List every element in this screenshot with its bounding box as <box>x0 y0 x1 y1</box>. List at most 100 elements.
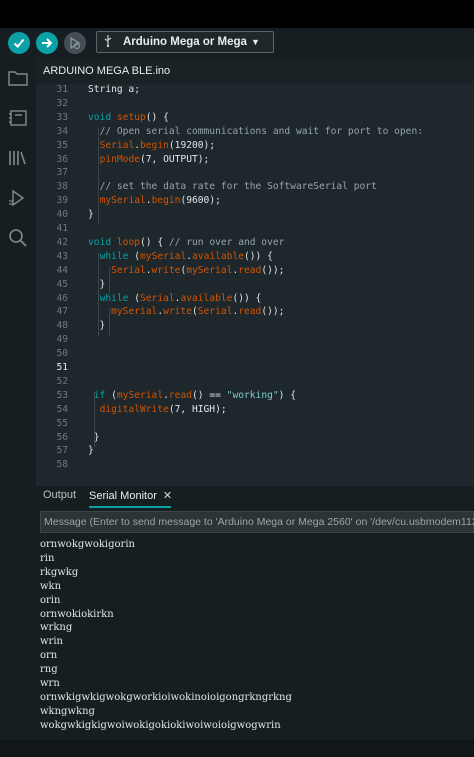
code-line[interactable]: 52 <box>36 376 474 390</box>
line-code: while (mySerial.available()) { <box>99 250 273 262</box>
code-line[interactable]: 43 while (mySerial.available()) { <box>36 251 474 265</box>
line-code: String a; <box>88 84 140 95</box>
code-line[interactable]: 32 <box>36 98 474 112</box>
serial-output-line: wrin <box>40 636 63 648</box>
line-number: 35 <box>56 139 68 151</box>
board-manager-icon[interactable] <box>6 106 30 130</box>
code-line[interactable]: 58 <box>36 459 474 473</box>
serial-output-line: rng <box>40 664 58 676</box>
close-icon[interactable]: ✕ <box>163 490 172 502</box>
debug-icon <box>70 36 81 50</box>
editor-tab-bar: ARDUINO MEGA BLE.ino <box>36 58 474 84</box>
line-number: 51 <box>56 362 68 373</box>
code-line[interactable]: 57} <box>36 445 474 459</box>
indent-guide <box>98 252 99 337</box>
line-code: Serial.begin(19200); <box>99 139 216 151</box>
tab-serial-monitor[interactable]: Serial Monitor ✕ <box>89 489 172 502</box>
line-code: } <box>88 320 106 332</box>
board-selector[interactable]: Arduino Mega or Mega ... ▼ <box>96 31 274 53</box>
line-code: } <box>88 209 94 221</box>
code-line[interactable]: 42 void loop() { // run over and over <box>36 237 474 251</box>
line-number: 31 <box>56 84 68 95</box>
line-number: 33 <box>56 111 68 123</box>
verify-button[interactable] <box>8 32 30 54</box>
code-line[interactable]: 53 if (mySerial.read() == "working") { <box>36 390 474 404</box>
line-number: 57 <box>56 445 68 457</box>
code-line[interactable]: 40} <box>36 209 474 223</box>
tab-output[interactable]: Output <box>43 489 76 501</box>
message-input[interactable] <box>41 512 474 532</box>
debug-button[interactable] <box>64 32 86 54</box>
serial-monitor-panel: ornwokgwokigorin rin rkgwkg wkn orin ornwokio… <box>36 508 474 740</box>
upload-button[interactable] <box>36 32 58 54</box>
line-number: 50 <box>56 348 68 360</box>
code-line[interactable]: 39 mySerial.begin(9600); <box>36 195 474 209</box>
code-line[interactable]: 34 // Open serial communications and wai… <box>36 126 474 140</box>
serial-output-line: ornwokiokirkn <box>40 608 114 620</box>
code-line[interactable]: 35 Serial.begin(19200); <box>36 140 474 154</box>
line-number: 46 <box>56 292 68 304</box>
code-line[interactable]: 38 // set the data rate for the Software… <box>36 181 474 195</box>
arrow-right-icon <box>42 38 53 48</box>
line-number: 37 <box>56 167 68 179</box>
toolbar: Arduino Mega or Mega ... ▼ <box>0 28 474 58</box>
indent-guide <box>98 127 99 225</box>
line-code: } <box>88 278 106 290</box>
serial-output-line: ornwokgwokigorin <box>40 539 135 550</box>
line-number: 54 <box>56 403 68 415</box>
code-line[interactable]: 56 } <box>36 432 474 446</box>
library-icon[interactable] <box>6 146 30 170</box>
panel-tab-bar: Output Serial Monitor ✕ <box>36 486 474 508</box>
line-number: 47 <box>56 306 68 318</box>
line-code: Serial.write(mySerial.read()); <box>111 264 285 276</box>
code-line[interactable]: 54 digitalWrite(7, HIGH); <box>36 404 474 418</box>
code-editor[interactable]: ARDUINO MEGA BLE.ino 31 String a; 32 33 void… <box>36 58 474 486</box>
bottom-bar <box>0 740 474 757</box>
line-code: mySerial.begin(9600); <box>99 195 221 207</box>
code-line[interactable]: 44 Serial.write(mySerial.read()); <box>36 265 474 279</box>
code-line[interactable]: 49 <box>36 334 474 348</box>
message-field-container <box>40 511 474 533</box>
code-line[interactable]: 48 } <box>36 320 474 334</box>
line-code: void setup() { <box>88 111 169 123</box>
line-number: 49 <box>56 334 68 346</box>
code-line[interactable]: 33 void setup() { <box>36 112 474 126</box>
code-line[interactable]: 36 pinMode(7, OUTPUT); <box>36 154 474 168</box>
code-line[interactable]: 41 <box>36 223 474 237</box>
code-line[interactable]: 37 <box>36 167 474 181</box>
serial-output-line: rin <box>40 552 55 564</box>
sidebar <box>0 58 36 486</box>
serial-output-line: ornwkigwkigwokgworkioiwokinoioigongrkngr… <box>40 691 292 703</box>
file-tab[interactable]: ARDUINO MEGA BLE.ino <box>43 65 170 77</box>
line-number: 56 <box>56 431 68 443</box>
line-code: digitalWrite(7, HIGH); <box>99 403 227 415</box>
line-code: if (mySerial.read() == "working") { <box>93 389 296 401</box>
line-number: 39 <box>56 195 68 207</box>
serial-output-line: orin <box>40 594 61 606</box>
caret-down-icon: ▼ <box>251 37 260 47</box>
line-number: 36 <box>56 153 68 165</box>
line-number: 44 <box>56 264 68 276</box>
code-line[interactable]: 51 <box>36 362 474 376</box>
line-number: 48 <box>56 320 68 332</box>
serial-output-line: wrn <box>40 678 60 689</box>
line-number: 40 <box>56 209 68 221</box>
line-number: 55 <box>56 417 68 429</box>
code-line[interactable]: 31 String a; <box>36 84 474 98</box>
serial-output-line: wrkng <box>40 622 73 634</box>
folder-icon[interactable] <box>6 66 30 90</box>
line-number: 34 <box>56 125 68 137</box>
code-line[interactable]: 50 <box>36 348 474 362</box>
code-line[interactable]: 46 while (Serial.available()) { <box>36 293 474 307</box>
debug-bug-icon[interactable] <box>6 186 30 210</box>
code-line[interactable]: 47 mySerial.write(Serial.read()); <box>36 306 474 320</box>
indent-guide <box>94 391 95 448</box>
search-icon[interactable] <box>6 226 30 250</box>
line-number: 41 <box>56 223 68 234</box>
line-code: // Open serial communications and wait f… <box>99 125 424 137</box>
code-line[interactable]: 55 <box>36 418 474 432</box>
line-code: while (Serial.available()) { <box>99 292 262 304</box>
check-icon <box>13 38 25 48</box>
code-line[interactable]: 45 } <box>36 279 474 293</box>
indent-guide <box>109 266 110 295</box>
